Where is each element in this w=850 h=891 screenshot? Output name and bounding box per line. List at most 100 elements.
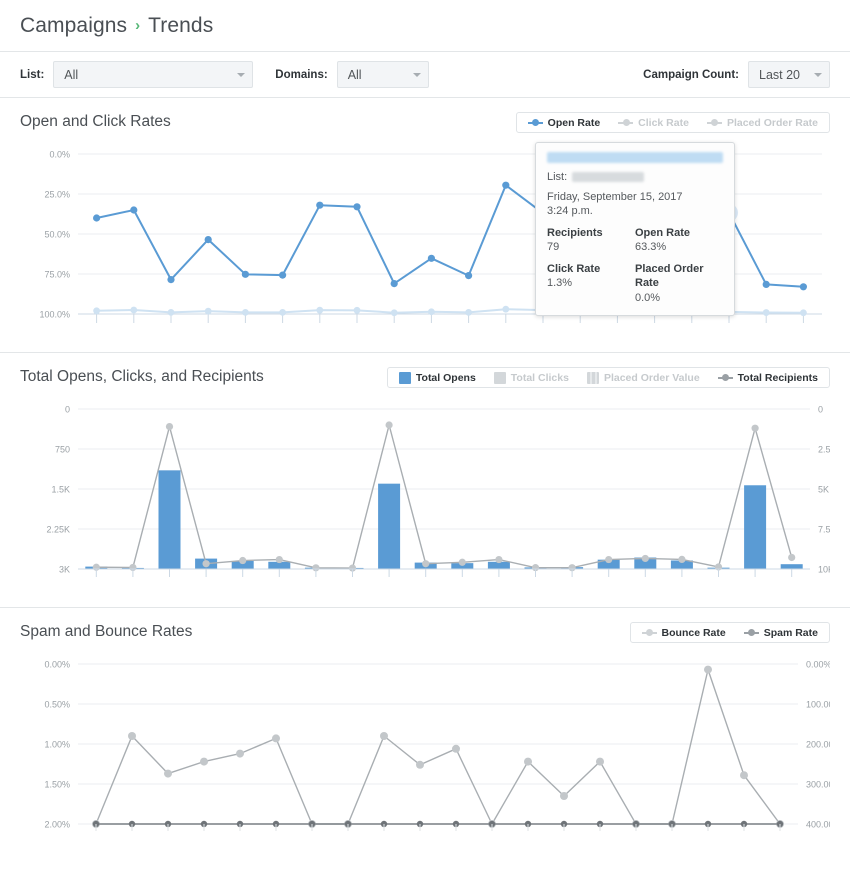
- chart-tooltip: List: Friday, September 15, 2017 3:24 p.…: [535, 142, 735, 316]
- page-title-spam-bounce: Spam and Bounce Rates: [20, 622, 192, 642]
- svg-text:400.00%: 400.00%: [806, 820, 830, 830]
- tooltip-metrics: Recipients 79 Open Rate 63.3% Click Rate…: [547, 226, 723, 306]
- svg-text:1.50%: 1.50%: [44, 780, 70, 790]
- plot-spam-bounce: 2.00%400.00%1.50%300.00%1.00%200.00%0.50…: [20, 652, 830, 847]
- svg-text:200.00%: 200.00%: [806, 740, 830, 750]
- tooltip-placed-order-rate-label: Placed Order Rate: [635, 262, 723, 291]
- panel-header: Spam and Bounce Rates Bounce Rate Spam R…: [20, 622, 830, 646]
- svg-text:75.0%: 75.0%: [44, 270, 70, 280]
- legend-label-spam-rate: Spam Rate: [764, 627, 818, 639]
- line-dot-icon: [744, 629, 759, 637]
- tooltip-placed-order-rate-value: 0.0%: [635, 291, 723, 306]
- campaign-count-filter-group: Campaign Count: Last 20: [643, 61, 830, 88]
- legend-item-placed-order-value[interactable]: Placed Order Value: [578, 368, 709, 387]
- svg-text:0: 0: [65, 405, 70, 415]
- tooltip-placed-order-rate: Placed Order Rate 0.0%: [635, 262, 723, 306]
- svg-text:750: 750: [55, 445, 70, 455]
- tooltip-click-rate: Click Rate 1.3%: [547, 262, 635, 306]
- svg-text:0.50%: 0.50%: [44, 700, 70, 710]
- breadcrumb-campaigns[interactable]: Campaigns: [20, 14, 127, 38]
- svg-text:100.00%: 100.00%: [806, 700, 830, 710]
- domains-filter-value: All: [348, 68, 362, 82]
- square-swatch-icon: [399, 372, 411, 384]
- legend-spam-bounce: Bounce Rate Spam Rate: [630, 622, 830, 643]
- chart2-svg: 3K 10K 2.25K 7.5K 1.5K 5K 750 2.5K 0 0: [20, 397, 830, 597]
- tooltip-recipients-label: Recipients: [547, 226, 635, 241]
- panel-spam-bounce-rates: Spam and Bounce Rates Bounce Rate Spam R…: [0, 608, 850, 857]
- legend-label-total-opens: Total Opens: [416, 372, 476, 384]
- chart3-svg: 2.00%400.00%1.50%300.00%1.00%200.00%0.50…: [20, 652, 830, 847]
- svg-text:50.0%: 50.0%: [44, 230, 70, 240]
- square-swatch-icon: [494, 372, 506, 384]
- tooltip-click-rate-label: Click Rate: [547, 262, 635, 277]
- list-filter-value: All: [64, 68, 78, 82]
- campaign-count-select[interactable]: Last 20: [748, 61, 830, 88]
- tooltip-redacted-campaign-name: [547, 152, 723, 163]
- tooltip-list-label: List:: [547, 170, 567, 185]
- legend-label-open-rate: Open Rate: [548, 117, 601, 129]
- legend-label-placed-order-value: Placed Order Value: [604, 372, 700, 384]
- svg-text:0.0%: 0.0%: [49, 150, 70, 160]
- breadcrumb: Campaigns › Trends: [0, 0, 850, 52]
- line-dot-icon: [718, 374, 733, 382]
- domains-filter-group: Domains: All: [275, 61, 428, 88]
- legend-label-click-rate: Click Rate: [638, 117, 689, 129]
- chevron-down-icon: [237, 73, 245, 77]
- chevron-down-icon: [413, 73, 421, 77]
- svg-text:25.0%: 25.0%: [44, 190, 70, 200]
- svg-text:0.00%: 0.00%: [44, 660, 70, 670]
- campaign-count-value: Last 20: [759, 68, 800, 82]
- legend-item-placed-order-rate[interactable]: Placed Order Rate: [698, 113, 827, 132]
- svg-text:7.5K: 7.5K: [818, 525, 830, 535]
- domains-filter-select[interactable]: All: [337, 61, 429, 88]
- legend-total-opens: Total Opens Total Clicks Placed Order Va…: [387, 367, 830, 388]
- domains-filter-label: Domains:: [275, 69, 327, 81]
- svg-text:1.5K: 1.5K: [51, 485, 70, 495]
- breadcrumb-separator-icon: ›: [135, 17, 140, 34]
- page-title-total-opens: Total Opens, Clicks, and Recipients: [20, 367, 264, 387]
- panel-total-opens-clicks-recipients: Total Opens, Clicks, and Recipients Tota…: [0, 353, 850, 608]
- tooltip-open-rate-label: Open Rate: [635, 226, 723, 241]
- tooltip-recipients: Recipients 79: [547, 226, 635, 255]
- tooltip-open-rate: Open Rate 63.3%: [635, 226, 723, 255]
- svg-text:100.0%: 100.0%: [39, 310, 70, 320]
- chevron-down-icon: [814, 73, 822, 77]
- svg-text:2.5K: 2.5K: [818, 445, 830, 455]
- tooltip-time: 3:24 p.m.: [547, 204, 723, 219]
- breadcrumb-trends: Trends: [148, 14, 213, 38]
- line-dot-icon: [642, 629, 657, 637]
- line-dot-icon: [707, 119, 722, 127]
- svg-text:3K: 3K: [59, 565, 70, 575]
- filter-toolbar: List: All Domains: All Campaign Count: L…: [0, 52, 850, 98]
- plot-open-click-rates: 100.0% 75.0% 50.0% 25.0% 0.0% List: Friday, …: [20, 142, 830, 342]
- tooltip-list-row: List:: [547, 170, 723, 185]
- legend-item-open-rate[interactable]: Open Rate: [519, 113, 610, 132]
- legend-label-placed-order-rate: Placed Order Rate: [727, 117, 818, 129]
- svg-text:0: 0: [818, 405, 823, 415]
- page-title-open-click-rates: Open and Click Rates: [20, 112, 171, 132]
- svg-text:1.00%: 1.00%: [44, 740, 70, 750]
- svg-text:5K: 5K: [818, 485, 829, 495]
- list-filter-select[interactable]: All: [53, 61, 253, 88]
- panel-header: Total Opens, Clicks, and Recipients Tota…: [20, 367, 830, 391]
- campaign-count-label: Campaign Count:: [643, 69, 739, 81]
- tooltip-click-rate-value: 1.3%: [547, 276, 635, 291]
- legend-item-total-recipients[interactable]: Total Recipients: [709, 368, 827, 387]
- svg-text:2.25K: 2.25K: [46, 525, 70, 535]
- tooltip-recipients-value: 79: [547, 240, 635, 255]
- legend-label-total-recipients: Total Recipients: [738, 372, 818, 384]
- legend-item-total-clicks[interactable]: Total Clicks: [485, 368, 578, 387]
- svg-text:0.00%: 0.00%: [806, 660, 830, 670]
- line-dot-icon: [618, 119, 633, 127]
- line-dot-icon: [528, 119, 543, 127]
- legend-item-click-rate[interactable]: Click Rate: [609, 113, 698, 132]
- square-hatch-swatch-icon: [587, 372, 599, 384]
- legend-item-spam-rate[interactable]: Spam Rate: [735, 623, 827, 642]
- tooltip-redacted-list-value: [572, 172, 644, 182]
- legend-item-bounce-rate[interactable]: Bounce Rate: [633, 623, 735, 642]
- svg-text:10K: 10K: [818, 565, 830, 575]
- legend-item-total-opens[interactable]: Total Opens: [390, 368, 485, 387]
- legend-open-click-rates: Open Rate Click Rate Placed Order Rate: [516, 112, 830, 133]
- svg-text:300.00%: 300.00%: [806, 780, 830, 790]
- legend-label-bounce-rate: Bounce Rate: [662, 627, 726, 639]
